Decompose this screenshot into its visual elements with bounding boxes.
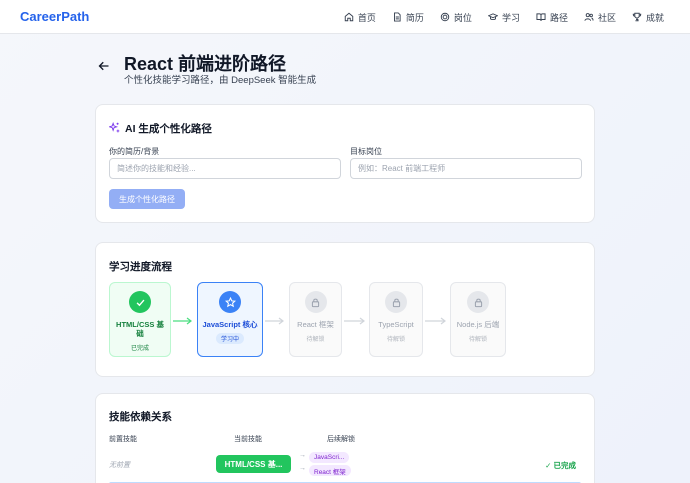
skill-dependency-card: 技能依赖关系 前置技能 当前技能 后续解锁 无前置 HTML/CSS 基... … [95, 393, 595, 483]
dep-current-skill[interactable]: HTML/CSS 基... [216, 455, 291, 473]
progress-title: 学习进度流程 [109, 261, 172, 273]
target-role-input[interactable] [350, 158, 582, 179]
nav-item-path[interactable]: 路径 [536, 11, 568, 24]
flow-node-status: 学习中 [215, 333, 244, 344]
lock-circle [467, 291, 489, 313]
flow-node-react[interactable]: React 框架 待解锁 [289, 282, 342, 357]
flow-node-javascript[interactable]: JavaScript 核心 学习中 [197, 282, 263, 357]
flow-node-status: 待解锁 [468, 337, 487, 343]
top-nav: CareerPath 首页 简历 岗位 学习 路径 社区 成就 [0, 0, 690, 34]
lock-circle [304, 291, 327, 313]
flow-node-label: Node.js 后端 [456, 320, 500, 329]
nav-item-resume[interactable]: 简历 [392, 11, 424, 24]
flow-node-label: JavaScript 核心 [202, 320, 258, 329]
flow-arrow-icon [425, 317, 446, 325]
document-icon [393, 12, 401, 22]
flow-node-label: TypeScript [378, 320, 414, 329]
flow-node-nodejs[interactable]: Node.js 后端 待解锁 [450, 282, 506, 357]
flow-arrow-icon [344, 317, 365, 325]
dep-status-badge: ✓ 已完成 [545, 461, 576, 470]
page-subtitle: 个性化技能学习路径，由 DeepSeek 智能生成 [124, 75, 317, 86]
flow-node-status: 待解锁 [386, 337, 405, 343]
flow-node-status: 已完成 [130, 346, 149, 352]
nav-item-learning[interactable]: 学习 [487, 11, 520, 24]
nav-item-achievements[interactable]: 成就 [632, 11, 664, 24]
dep-arrow-icon: → [299, 452, 306, 459]
flow-node-label: React 框架 [297, 320, 334, 329]
dep-prereq-none: 无前置 [109, 462, 130, 469]
lock-icon [474, 298, 482, 307]
nav-label: 社区 [597, 12, 616, 23]
deps-title: 技能依赖关系 [109, 411, 172, 423]
nav-label: 成就 [645, 12, 664, 23]
resume-input[interactable] [109, 158, 341, 179]
ai-generate-card: AI 生成个性化路径 你的简历/背景 目标岗位 生成个性化路径 [95, 104, 595, 223]
col-header-unlock: 后续解锁 [327, 436, 355, 443]
nav-item-community[interactable]: 社区 [584, 11, 616, 24]
nav-items: 首页 简历 岗位 学习 路径 社区 成就 [344, 0, 664, 34]
lock-icon [311, 298, 320, 307]
generate-path-button[interactable]: 生成个性化路径 [109, 189, 185, 209]
lock-icon [392, 298, 400, 307]
nav-label: 路径 [549, 12, 568, 23]
home-icon [344, 12, 354, 22]
flow-node-html-css[interactable]: HTML/CSS 基础 已完成 [109, 282, 171, 357]
lock-circle [385, 291, 407, 313]
flow-arrow-icon [265, 317, 284, 325]
dep-unlock-pill[interactable]: JavaScri... [309, 452, 350, 463]
dep-arrow-icon: → [299, 465, 306, 472]
ai-card-title: AI 生成个性化路径 [125, 123, 212, 135]
flow-node-typescript[interactable]: TypeScript 待解锁 [369, 282, 423, 357]
nav-item-home[interactable]: 首页 [344, 11, 376, 24]
book-icon [536, 13, 546, 21]
nav-label: 简历 [405, 12, 424, 23]
target-role-label: 目标岗位 [350, 147, 382, 156]
back-arrow-icon[interactable] [98, 60, 110, 72]
resume-label: 你的简历/背景 [109, 147, 160, 156]
col-header-prereq: 前置技能 [109, 436, 137, 443]
nav-label: 岗位 [453, 12, 472, 23]
check-icon [136, 299, 144, 306]
trophy-icon [632, 12, 642, 22]
check-circle [129, 291, 151, 313]
users-icon [584, 13, 594, 21]
graduation-cap-icon [487, 13, 498, 21]
star-circle [219, 291, 241, 313]
nav-label: 首页 [357, 12, 376, 23]
dep-unlock-pill[interactable]: React 框架 [309, 465, 351, 476]
logo[interactable]: CareerPath [20, 9, 89, 24]
nav-label: 学习 [501, 12, 520, 23]
col-header-current: 当前技能 [234, 436, 262, 443]
flow-arrow-icon [173, 317, 192, 325]
nav-item-jobs[interactable]: 岗位 [440, 11, 472, 24]
star-icon [224, 296, 236, 307]
flow-node-label: HTML/CSS 基础 [116, 320, 164, 338]
sparkles-icon [109, 122, 120, 133]
progress-flow-card: 学习进度流程 HTML/CSS 基础 已完成 JavaScript 核心 学习中… [95, 242, 595, 377]
target-icon [440, 12, 450, 22]
flow-node-status: 待解锁 [306, 337, 325, 343]
